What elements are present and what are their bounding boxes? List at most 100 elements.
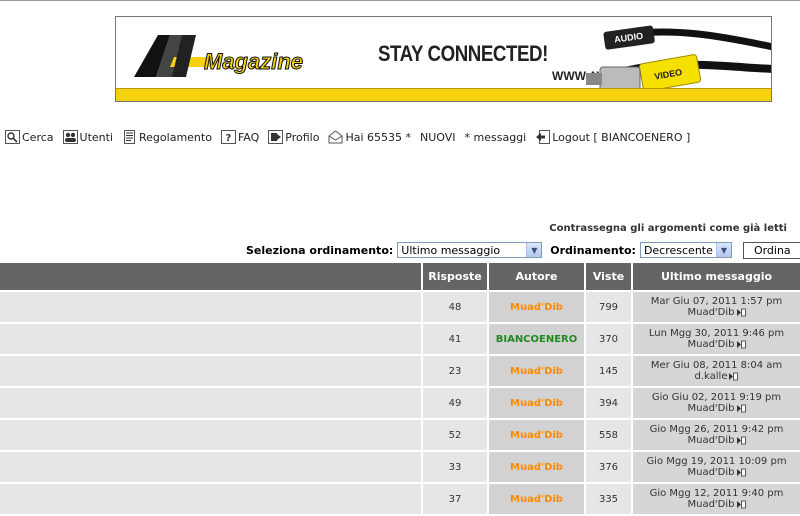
last-post-date: Gio Mgg 26, 2011 9:42 pm [649, 424, 784, 435]
last-post-user[interactable]: d.kalle [695, 371, 728, 382]
sort-bar: Seleziona ordinamento: Ultimo messaggio … [246, 241, 800, 259]
author-link[interactable]: Muad'Dib [488, 419, 586, 452]
last-post-cell: Gio Mgg 19, 2011 10:09 pm Muad'Dib [632, 451, 800, 484]
chevron-down-icon: ▼ [526, 243, 542, 257]
chevron-down-icon: ▼ [715, 243, 731, 257]
topic-title-cell[interactable] [0, 483, 423, 516]
topic-title-cell[interactable] [0, 355, 423, 388]
top-border [0, 0, 800, 1]
table-row: 33 Muad'Dib 376 Gio Mgg 19, 2011 10:09 pm Mu… [0, 451, 800, 484]
last-post-date: Gio Mgg 12, 2011 9:40 pm [649, 488, 784, 499]
replies-header[interactable]: Risposte [422, 263, 489, 292]
views-cell: 558 [585, 419, 633, 452]
profile-icon [268, 130, 284, 144]
users-icon [62, 130, 78, 144]
go-to-post-icon[interactable] [736, 468, 746, 477]
topic-title-cell[interactable] [0, 291, 423, 324]
topics-table: Risposte Autore Viste Ultimo messaggio 4… [0, 263, 800, 516]
views-cell: 335 [585, 483, 633, 516]
last-post-date: Mer Giu 08, 2011 8:04 am [650, 360, 783, 371]
replies-cell: 37 [422, 483, 489, 516]
go-to-post-icon[interactable] [736, 404, 746, 413]
views-header[interactable]: Viste [585, 263, 633, 292]
logout-icon [536, 130, 551, 144]
main-nav: Cerca Utenti Regolamento ? FAQ Profilo H… [5, 127, 699, 147]
last-post-user[interactable]: Muad'Dib [687, 403, 734, 414]
last-post-header[interactable]: Ultimo messaggio [632, 263, 800, 292]
last-post-cell: Mer Giu 08, 2011 8:04 am d.kalle [632, 355, 800, 388]
nav-rules[interactable]: Regolamento [122, 130, 212, 144]
topic-header [0, 263, 423, 292]
av-logo-icon: Magazine [134, 35, 304, 77]
topic-title-cell[interactable] [0, 387, 423, 420]
order-select[interactable]: Decrescente ▼ [639, 242, 732, 258]
last-post-user[interactable]: Muad'Dib [687, 339, 734, 350]
table-row: 41 BIANCOENERO 370 Lun Mgg 30, 2011 9:46 pm… [0, 323, 800, 356]
topic-title-cell[interactable] [0, 323, 423, 356]
table-header-row: Risposte Autore Viste Ultimo messaggio [0, 263, 800, 292]
last-post-cell: Gio Giu 02, 2011 9:19 pm Muad'Dib [632, 387, 800, 420]
author-link[interactable]: Muad'Dib [488, 451, 586, 484]
topic-title-cell[interactable] [0, 451, 423, 484]
last-post-cell: Mar Giu 07, 2011 1:57 pm Muad'Dib [632, 291, 800, 324]
document-icon [124, 130, 136, 144]
views-cell: 370 [585, 323, 633, 356]
svg-text:Magazine: Magazine [204, 49, 303, 74]
author-link[interactable]: Muad'Dib [488, 483, 586, 516]
envelope-icon [328, 130, 343, 144]
nav-profile[interactable]: Profilo [268, 130, 319, 144]
go-to-post-icon[interactable] [736, 436, 746, 445]
sort-select[interactable]: Ultimo messaggio ▼ [397, 242, 543, 258]
nav-users[interactable]: Utenti [62, 130, 113, 144]
go-to-post-icon[interactable] [736, 308, 746, 317]
nav-new-messages[interactable]: NUOVI [420, 131, 456, 144]
views-cell: 145 [585, 355, 633, 388]
nav-messages[interactable]: Hai 65535 * [328, 130, 411, 144]
nav-faq[interactable]: ? FAQ [220, 130, 259, 144]
last-post-user[interactable]: Muad'Dib [687, 467, 734, 478]
table-row: 48 Muad'Dib 799 Mar Giu 07, 2011 1:57 pm Mua… [0, 291, 800, 324]
topic-title-cell[interactable] [0, 419, 423, 452]
order-label: Ordinamento: [550, 243, 636, 257]
go-to-post-icon[interactable] [736, 500, 746, 509]
last-post-cell: Gio Mgg 26, 2011 9:42 pm Muad'Dib [632, 419, 800, 452]
last-post-user[interactable]: Muad'Dib [687, 435, 734, 446]
views-cell: 394 [585, 387, 633, 420]
author-link[interactable]: Muad'Dib [488, 291, 586, 324]
replies-cell: 48 [422, 291, 489, 324]
last-post-date: Lun Mgg 30, 2011 9:46 pm [648, 328, 785, 339]
banner-strip [116, 88, 771, 101]
replies-cell: 41 [422, 323, 489, 356]
replies-cell: 49 [422, 387, 489, 420]
author-link[interactable]: Muad'Dib [488, 355, 586, 388]
author-link[interactable]: BIANCOENERO [488, 323, 586, 356]
author-header[interactable]: Autore [488, 263, 586, 292]
last-post-user[interactable]: Muad'Dib [687, 499, 734, 510]
search-icon [5, 130, 20, 144]
nav-logout[interactable]: Logout [ BIANCOENERO ] [535, 130, 690, 144]
nav-search[interactable]: Cerca [5, 130, 54, 144]
nav-messages-suffix: * messaggi [464, 130, 527, 144]
table-row: 52 Muad'Dib 558 Gio Mgg 26, 2011 9:42 pm Mua… [0, 419, 800, 452]
author-link[interactable]: Muad'Dib [488, 387, 586, 420]
banner-ad[interactable]: Magazine STAY CONNECTED! WWW.AV AUDIO VI… [115, 16, 772, 102]
table-row: 23 Muad'Dib 145 Mer Giu 08, 2011 8:04 am d.k… [0, 355, 800, 388]
replies-cell: 33 [422, 451, 489, 484]
last-post-date: Gio Giu 02, 2011 9:19 pm [651, 392, 782, 403]
last-post-date: Gio Mgg 19, 2011 10:09 pm [646, 456, 787, 467]
mark-topics-read-link[interactable]: Contrassegna gli argomenti come già lett… [549, 223, 787, 234]
views-cell: 376 [585, 451, 633, 484]
last-post-cell: Lun Mgg 30, 2011 9:46 pm Muad'Dib [632, 323, 800, 356]
go-to-post-icon[interactable] [736, 340, 746, 349]
last-post-date: Mar Giu 07, 2011 1:57 pm [650, 296, 783, 307]
order-button[interactable]: Ordina [742, 241, 800, 259]
last-post-cell: Gio Mgg 12, 2011 9:40 pm Muad'Dib [632, 483, 800, 516]
go-to-post-icon[interactable] [729, 372, 739, 381]
replies-cell: 52 [422, 419, 489, 452]
question-icon: ? [220, 130, 236, 144]
views-cell: 799 [585, 291, 633, 324]
last-post-user[interactable]: Muad'Dib [687, 307, 734, 318]
svg-text:?: ? [225, 133, 231, 144]
sort-label: Seleziona ordinamento: [246, 243, 394, 257]
table-row: 37 Muad'Dib 335 Gio Mgg 12, 2011 9:40 pm Mua… [0, 483, 800, 516]
